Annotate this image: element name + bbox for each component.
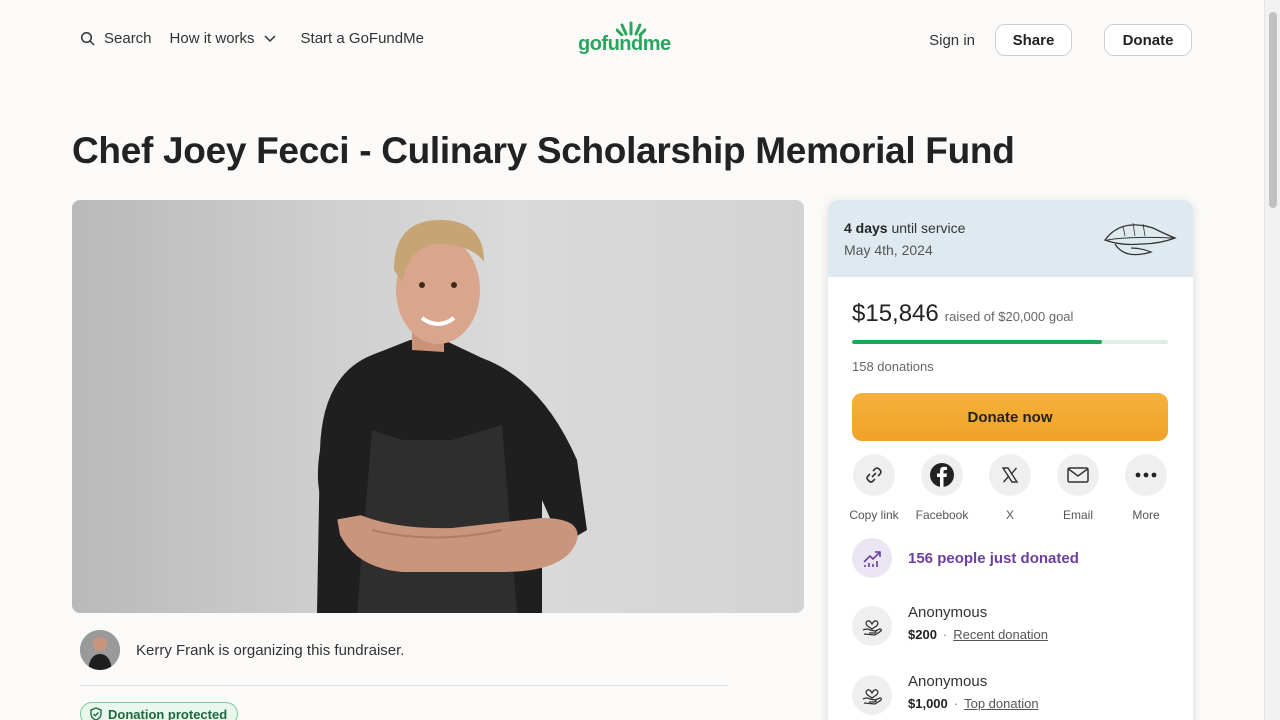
donor-amount: $1,000 (908, 696, 948, 711)
donor-details: Anonymous $1,000 · Top donation (908, 673, 1039, 711)
share-facebook[interactable]: Facebook (907, 454, 977, 522)
share-email-circle (1057, 454, 1099, 496)
logo-text: gofundme (578, 33, 671, 55)
service-days-count: 4 days (844, 220, 888, 236)
shield-icon (90, 707, 102, 720)
donor-item: Anonymous $1,000 · Top donation (852, 673, 1039, 715)
leaf-illustration-icon (1103, 222, 1177, 256)
organizer-text: Kerry Frank is organizing this fundraise… (136, 641, 405, 659)
chevron-down-icon (264, 34, 276, 42)
heart-hand-icon (862, 689, 882, 705)
donor-amount: $200 (908, 627, 937, 642)
share-copy-link-label: Copy link (849, 508, 899, 522)
raised-goal: raised of $20,000 goal (944, 309, 1074, 324)
share-facebook-label: Facebook (915, 508, 969, 522)
organizer-avatar-image (80, 630, 120, 670)
donor-details: Anonymous $200 · Recent donation (908, 604, 1048, 642)
link-icon (866, 467, 882, 483)
how-it-works-label: How it works (169, 30, 255, 47)
share-more-circle (1125, 454, 1167, 496)
organizer-row: Kerry Frank is organizing this fundraise… (80, 630, 404, 670)
donor-name: Anonymous (908, 604, 988, 621)
x-icon (1001, 467, 1019, 483)
donor-line: $1,000 · Top donation (908, 696, 1039, 711)
share-copy-link[interactable]: Copy link (839, 454, 909, 522)
start-gofundme-label: Start a GoFundMe (300, 30, 424, 47)
progress-bar (852, 340, 1168, 344)
donor-item: Anonymous $200 · Recent donation (852, 604, 1048, 646)
page-title: Chef Joey Fecci - Culinary Scholarship M… (72, 130, 1015, 171)
share-x[interactable]: X (975, 454, 1045, 522)
donation-protected-label: Donation protected (108, 706, 228, 720)
fundraiser-hero-image[interactable] (72, 200, 804, 613)
share-x-label: X (1005, 508, 1014, 522)
search-link[interactable]: Search (80, 30, 152, 47)
trend-circle (852, 538, 892, 578)
recent-donation-link[interactable]: Recent donation (953, 627, 1048, 642)
just-donated-text: 156 people just donated (908, 549, 1079, 567)
donation-card: 4 days until service May 4th, 2024 $15,8… (828, 200, 1193, 720)
donor-line: $200 · Recent donation (908, 627, 1048, 642)
sign-in-link[interactable]: Sign in (929, 32, 975, 49)
share-facebook-circle (921, 454, 963, 496)
avatar[interactable] (80, 630, 120, 670)
facebook-icon (930, 463, 954, 487)
gofundme-logo[interactable]: gofundme (578, 20, 688, 60)
separator-dot: · (953, 696, 959, 711)
share-email[interactable]: Email (1043, 454, 1113, 522)
start-gofundme-link[interactable]: Start a GoFundMe (301, 30, 424, 47)
service-banner: 4 days until service May 4th, 2024 (828, 200, 1193, 277)
just-donated-row[interactable]: 156 people just donated (852, 538, 1079, 578)
donor-name: Anonymous (908, 673, 988, 690)
separator-dot: · (942, 627, 948, 642)
email-icon (1067, 467, 1089, 483)
search-label: Search (104, 30, 152, 47)
trending-up-icon (863, 551, 881, 567)
share-email-label: Email (1062, 508, 1093, 522)
donor-icon-circle (852, 606, 892, 646)
nav-left: Search How it works Start a GoFundMe (80, 30, 424, 47)
search-icon (80, 31, 95, 46)
share-copy-link-circle (853, 454, 895, 496)
service-days-suffix: until service (891, 220, 966, 236)
how-it-works-menu[interactable]: How it works (170, 30, 277, 47)
donate-now-button[interactable]: Donate now (852, 393, 1168, 441)
share-button[interactable]: Share (995, 24, 1072, 56)
chef-photo (317, 220, 587, 613)
nav-right: Sign in Share Donate (929, 24, 1192, 56)
share-more-label: More (1132, 508, 1160, 522)
raised-amount-row: $15,846 raised of $20,000 goal (852, 300, 1073, 328)
top-donation-link[interactable]: Top donation (964, 696, 1038, 711)
divider (80, 685, 728, 686)
share-more[interactable]: More (1111, 454, 1181, 522)
heart-hand-icon (862, 620, 882, 636)
share-x-circle (989, 454, 1031, 496)
donate-button[interactable]: Donate (1104, 24, 1192, 56)
top-nav: Search How it works Start a GoFundMe gof… (0, 0, 1264, 80)
raised-amount: $15,846 (852, 300, 939, 327)
page-scrollbar[interactable] (1264, 0, 1280, 720)
donations-count: 158 donations (852, 359, 934, 374)
donation-protected-badge[interactable]: Donation protected (80, 702, 239, 720)
progress-fill (852, 340, 1103, 344)
more-icon (1135, 472, 1157, 478)
donor-icon-circle (852, 675, 892, 715)
scrollbar-thumb[interactable] (1269, 12, 1277, 208)
